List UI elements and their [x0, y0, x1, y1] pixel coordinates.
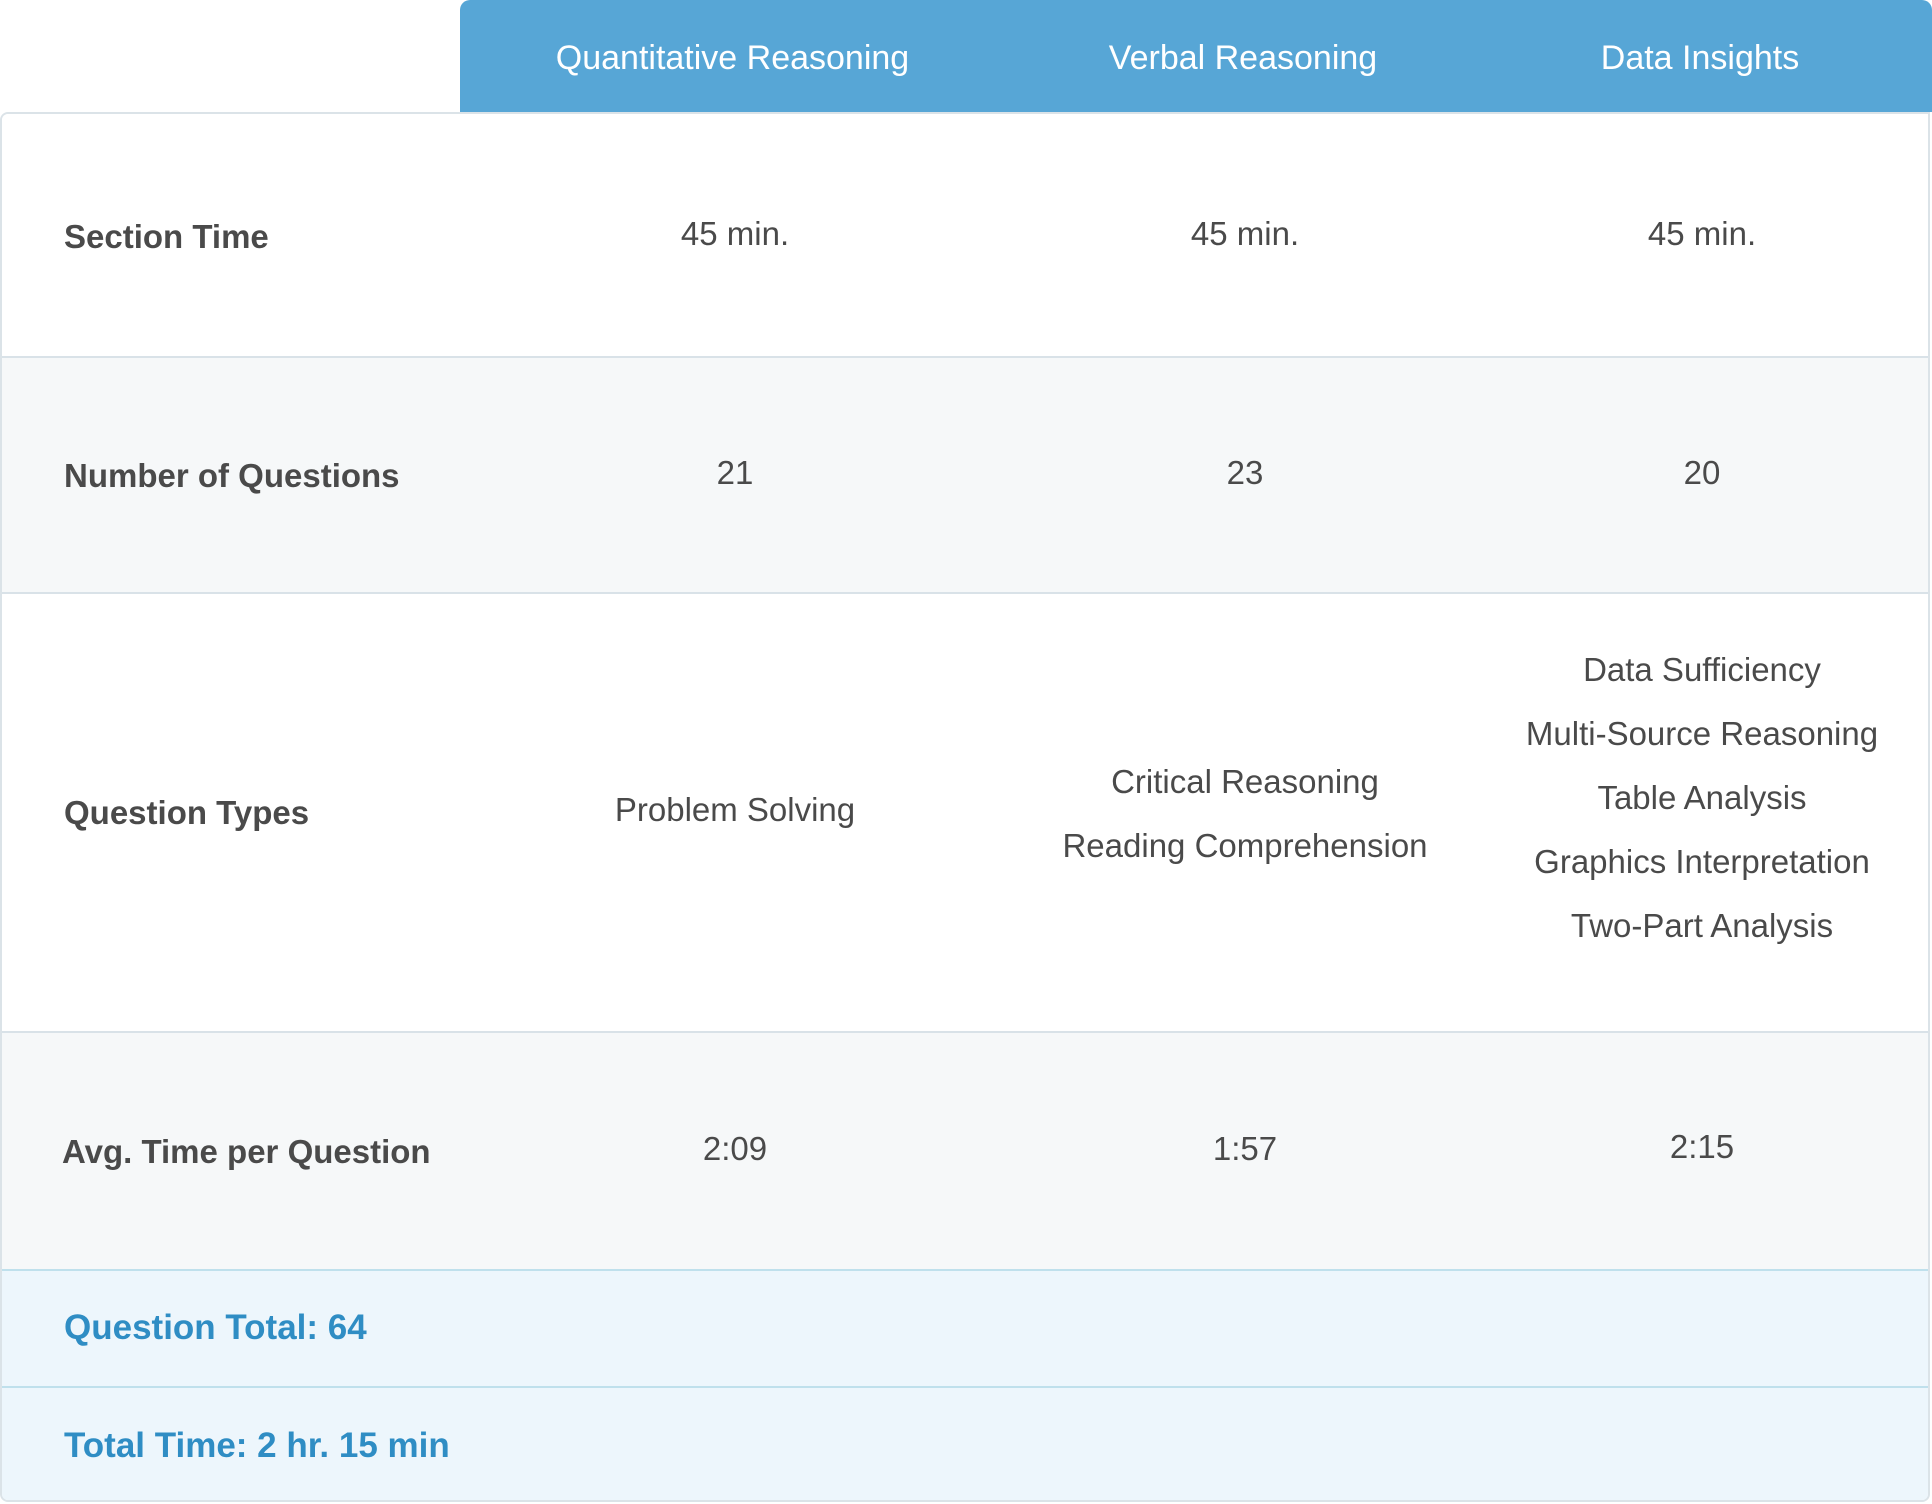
row-label: Question Types [64, 794, 310, 831]
total-time-row: Total Time: 2 hr. 15 min [2, 1388, 1928, 1500]
cell-quantitative: 2:09 [702, 1130, 768, 1167]
cell-data-insights: Data Sufficiency Multi-Source Reasoning … [1472, 638, 1928, 958]
column-header-quantitative: Quantitative Reasoning [555, 39, 910, 77]
cell-verbal: 23 [1226, 454, 1264, 491]
cell-quantitative: 45 min. [680, 215, 790, 252]
cell-verbal: 1:57 [1212, 1130, 1278, 1167]
question-type: Critical Reasoning [1111, 763, 1379, 800]
cell-verbal: 45 min. [1190, 215, 1300, 252]
cell-data-insights: 20 [1683, 454, 1721, 491]
column-header-verbal: Verbal Reasoning [1108, 39, 1378, 77]
cell-verbal: Critical Reasoning Reading Comprehension [990, 750, 1500, 878]
question-type: Reading Comprehension [1062, 827, 1428, 864]
question-total: Question Total: 64 [64, 1308, 367, 1347]
column-header-data-insights: Data Insights [1600, 39, 1800, 77]
question-type: Graphics Interpretation [1534, 843, 1870, 880]
table-row-avg-time: Avg. Time per Question 2:09 1:57 2:15 [2, 1033, 1928, 1271]
cell-data-insights: 2:15 [1669, 1128, 1735, 1165]
question-type: Two-Part Analysis [1570, 907, 1834, 944]
row-label: Avg. Time per Question [62, 1133, 431, 1170]
cell-quantitative: 21 [716, 454, 754, 491]
row-label: Number of Questions [64, 457, 400, 494]
table-row-section-time: Section Time 45 min. 45 min. 45 min. [2, 114, 1928, 358]
table-header: Quantitative Reasoning Verbal Reasoning … [460, 0, 1932, 112]
question-type: Table Analysis [1597, 779, 1807, 816]
cell-data-insights: 45 min. [1647, 215, 1757, 252]
question-type: Data Sufficiency [1583, 651, 1821, 688]
cell-quantitative: Problem Solving [480, 778, 990, 842]
total-time: Total Time: 2 hr. 15 min [64, 1426, 450, 1465]
exam-structure-table: Section Time 45 min. 45 min. 45 min. Num… [0, 112, 1930, 1502]
question-type: Multi-Source Reasoning [1525, 715, 1879, 752]
row-label: Section Time [64, 218, 269, 255]
table-row-question-types: Question Types Problem Solving Critical … [2, 594, 1928, 1033]
question-type: Problem Solving [614, 791, 856, 828]
question-total-row: Question Total: 64 [2, 1271, 1928, 1388]
table-row-number-of-questions: Number of Questions 21 23 20 [2, 358, 1928, 594]
